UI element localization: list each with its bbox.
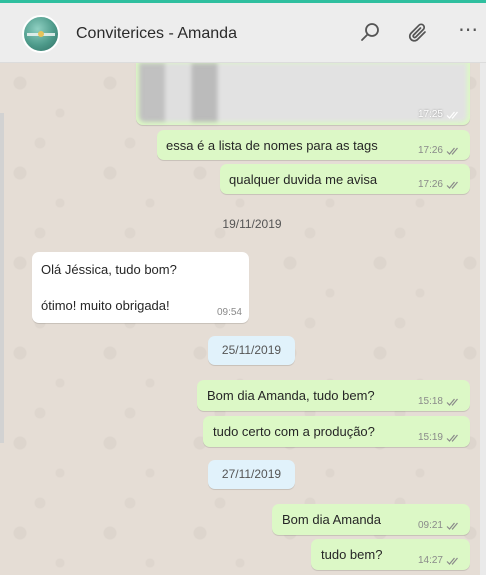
- message-text: tudo certo com a produção?: [213, 424, 375, 439]
- date-separator: 27/11/2019: [208, 460, 295, 489]
- double-check-icon: [446, 146, 462, 156]
- message-meta: 14:27: [418, 555, 462, 566]
- avatar-graphic-dot: [38, 31, 44, 37]
- message-time: 14:27: [417, 555, 443, 566]
- contact-name[interactable]: Conviterices - Amanda: [76, 25, 237, 43]
- message-time: 17:26: [417, 179, 443, 190]
- message-bubble[interactable]: Olá Jéssica, tudo bom? ótimo! muito obri…: [32, 252, 249, 323]
- message-meta: 15:18: [418, 396, 462, 407]
- message-bubble[interactable]: Bom dia Amanda, tudo bem? 15:18: [197, 380, 470, 411]
- date-separator: 25/11/2019: [208, 336, 295, 365]
- message-text: essa é a lista de nomes para as tags: [166, 138, 378, 153]
- scrollbar[interactable]: [480, 63, 486, 575]
- message-text: tudo bem?: [321, 547, 383, 562]
- double-check-icon: [446, 433, 462, 443]
- message-bubble[interactable]: tudo bem? 14:27: [311, 539, 470, 570]
- message-meta: 09:21: [418, 520, 462, 531]
- message-meta: 15:19: [418, 432, 462, 443]
- attach-icon[interactable]: [406, 21, 430, 45]
- message-text: Bom dia Amanda: [282, 512, 382, 527]
- panel-divider: [0, 113, 4, 443]
- message-meta: 09:54: [217, 307, 242, 318]
- message-text: ótimo! muito obrigada!: [41, 298, 170, 313]
- double-check-icon: [446, 521, 462, 531]
- conversation-panel: 17:25 essa é a lista de nomes para as ta…: [0, 63, 486, 575]
- double-check-icon: [446, 110, 462, 120]
- message-bubble[interactable]: Bom dia Amanda 09:21: [272, 504, 470, 535]
- message-time: 17:25: [417, 109, 443, 120]
- message-text: Bom dia Amanda, tudo bem?: [207, 388, 375, 403]
- message-bubble[interactable]: essa é a lista de nomes para as tags 17:…: [157, 130, 470, 160]
- message-time: 17:26: [417, 145, 443, 156]
- menu-icon[interactable]: ⋯: [458, 20, 479, 40]
- message-time: 15:18: [417, 396, 443, 407]
- message-bubble[interactable]: tudo certo com a produção? 15:19: [203, 416, 470, 447]
- message-time: 09:54: [216, 307, 242, 318]
- search-icon[interactable]: [358, 21, 382, 45]
- message-time: 15:19: [417, 432, 443, 443]
- double-check-icon: [446, 397, 462, 407]
- image-message[interactable]: 17:25: [136, 63, 470, 125]
- message-meta: 17:26: [418, 179, 462, 190]
- date-separator: 19/11/2019: [222, 217, 282, 231]
- message-meta: 17:25: [418, 109, 462, 120]
- message-bubble[interactable]: qualquer duvida me avisa 17:26: [220, 164, 470, 194]
- contact-avatar[interactable]: [22, 15, 60, 53]
- double-check-icon: [446, 180, 462, 190]
- message-text: qualquer duvida me avisa: [229, 172, 378, 187]
- message-meta: 17:26: [418, 145, 462, 156]
- double-check-icon: [446, 556, 462, 566]
- chat-header: Conviterices - Amanda ⋯: [0, 3, 486, 63]
- message-text: Olá Jéssica, tudo bom?: [41, 262, 177, 277]
- message-time: 09:21: [417, 520, 443, 531]
